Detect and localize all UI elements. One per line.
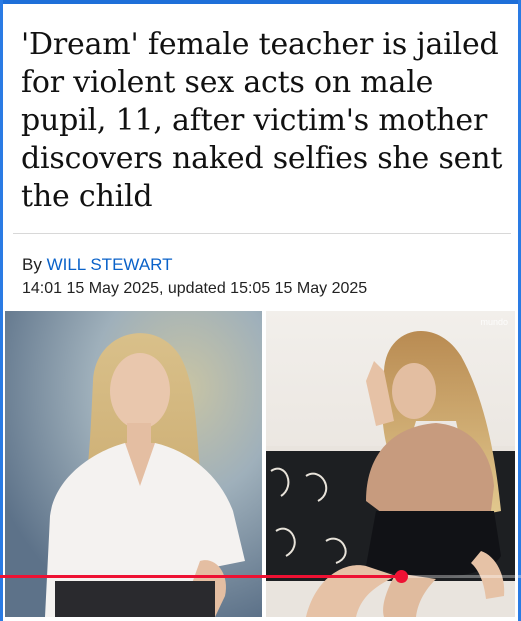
byline-prefix: By (22, 255, 42, 274)
photo-watermark: mundo (480, 317, 508, 327)
article-timestamp: 14:01 15 May 2025, updated 15:05 15 May … (22, 280, 368, 297)
byline: By WILL STEWART (22, 254, 173, 276)
headline-divider (13, 233, 511, 234)
article-photo-pair[interactable]: mundo (5, 311, 515, 617)
video-progress-fill (0, 575, 402, 578)
video-progress-bar[interactable] (0, 570, 521, 583)
selfie-photo-image: mundo (266, 311, 515, 617)
article-headline: 'Dream' female teacher is jailed for vio… (21, 27, 503, 214)
article-photo-left[interactable] (5, 311, 262, 617)
portrait-photo-image (5, 311, 262, 617)
article-photo-right[interactable]: mundo (266, 311, 515, 617)
author-link[interactable]: WILL STEWART (47, 255, 173, 274)
